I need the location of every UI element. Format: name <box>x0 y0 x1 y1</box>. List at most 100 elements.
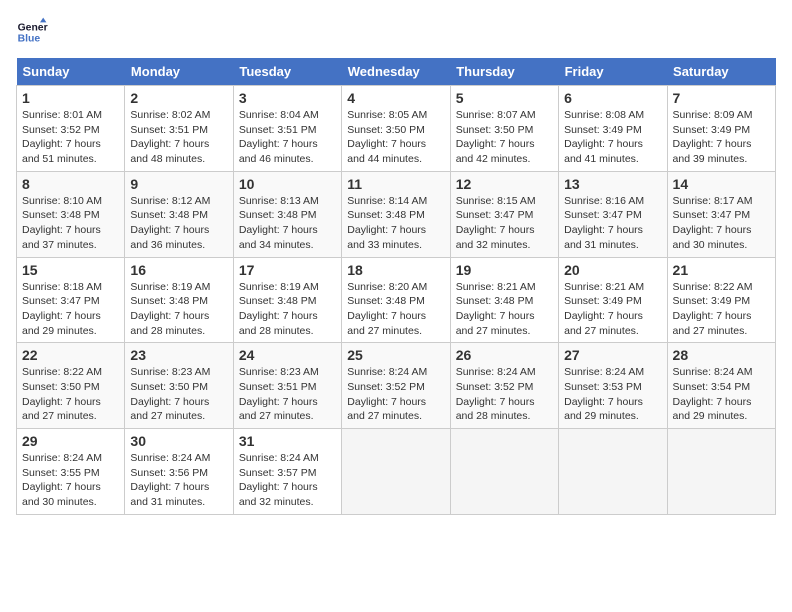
cell-info: Sunrise: 8:12 AMSunset: 3:48 PMDaylight:… <box>130 195 210 251</box>
calendar-cell-8: 8 Sunrise: 8:10 AMSunset: 3:48 PMDayligh… <box>17 171 125 257</box>
day-number: 1 <box>22 90 119 106</box>
calendar-cell-10: 10 Sunrise: 8:13 AMSunset: 3:48 PMDaylig… <box>233 171 341 257</box>
empty-cell <box>342 429 450 515</box>
day-number: 25 <box>347 347 444 363</box>
cell-info: Sunrise: 8:21 AMSunset: 3:49 PMDaylight:… <box>564 281 644 337</box>
day-number: 14 <box>673 176 770 192</box>
day-header-thursday: Thursday <box>450 58 558 86</box>
calendar-cell-28: 28 Sunrise: 8:24 AMSunset: 3:54 PMDaylig… <box>667 343 775 429</box>
day-number: 4 <box>347 90 444 106</box>
cell-info: Sunrise: 8:09 AMSunset: 3:49 PMDaylight:… <box>673 109 753 165</box>
empty-cell <box>667 429 775 515</box>
cell-info: Sunrise: 8:04 AMSunset: 3:51 PMDaylight:… <box>239 109 319 165</box>
day-header-monday: Monday <box>125 58 233 86</box>
day-number: 5 <box>456 90 553 106</box>
cell-info: Sunrise: 8:02 AMSunset: 3:51 PMDaylight:… <box>130 109 210 165</box>
cell-info: Sunrise: 8:21 AMSunset: 3:48 PMDaylight:… <box>456 281 536 337</box>
calendar-cell-31: 31 Sunrise: 8:24 AMSunset: 3:57 PMDaylig… <box>233 429 341 515</box>
day-header-wednesday: Wednesday <box>342 58 450 86</box>
calendar-cell-14: 14 Sunrise: 8:17 AMSunset: 3:47 PMDaylig… <box>667 171 775 257</box>
cell-info: Sunrise: 8:24 AMSunset: 3:52 PMDaylight:… <box>347 366 427 422</box>
day-number: 2 <box>130 90 227 106</box>
day-number: 17 <box>239 262 336 278</box>
cell-info: Sunrise: 8:23 AMSunset: 3:51 PMDaylight:… <box>239 366 319 422</box>
day-header-sunday: Sunday <box>17 58 125 86</box>
cell-info: Sunrise: 8:05 AMSunset: 3:50 PMDaylight:… <box>347 109 427 165</box>
calendar-cell-1: 1 Sunrise: 8:01 AMSunset: 3:52 PMDayligh… <box>17 86 125 172</box>
calendar-cell-27: 27 Sunrise: 8:24 AMSunset: 3:53 PMDaylig… <box>559 343 667 429</box>
cell-info: Sunrise: 8:24 AMSunset: 3:56 PMDaylight:… <box>130 452 210 508</box>
day-number: 9 <box>130 176 227 192</box>
cell-info: Sunrise: 8:19 AMSunset: 3:48 PMDaylight:… <box>239 281 319 337</box>
empty-cell <box>450 429 558 515</box>
cell-info: Sunrise: 8:17 AMSunset: 3:47 PMDaylight:… <box>673 195 753 251</box>
calendar-week-1: 1 Sunrise: 8:01 AMSunset: 3:52 PMDayligh… <box>17 86 776 172</box>
cell-info: Sunrise: 8:22 AMSunset: 3:49 PMDaylight:… <box>673 281 753 337</box>
empty-cell <box>559 429 667 515</box>
cell-info: Sunrise: 8:14 AMSunset: 3:48 PMDaylight:… <box>347 195 427 251</box>
cell-info: Sunrise: 8:23 AMSunset: 3:50 PMDaylight:… <box>130 366 210 422</box>
logo: General Blue <box>16 16 32 48</box>
cell-info: Sunrise: 8:20 AMSunset: 3:48 PMDaylight:… <box>347 281 427 337</box>
calendar-cell-15: 15 Sunrise: 8:18 AMSunset: 3:47 PMDaylig… <box>17 257 125 343</box>
day-number: 22 <box>22 347 119 363</box>
day-number: 16 <box>130 262 227 278</box>
calendar-cell-30: 30 Sunrise: 8:24 AMSunset: 3:56 PMDaylig… <box>125 429 233 515</box>
calendar-table: SundayMondayTuesdayWednesdayThursdayFrid… <box>16 58 776 515</box>
cell-info: Sunrise: 8:10 AMSunset: 3:48 PMDaylight:… <box>22 195 102 251</box>
calendar-week-3: 15 Sunrise: 8:18 AMSunset: 3:47 PMDaylig… <box>17 257 776 343</box>
day-number: 18 <box>347 262 444 278</box>
calendar-cell-18: 18 Sunrise: 8:20 AMSunset: 3:48 PMDaylig… <box>342 257 450 343</box>
day-number: 29 <box>22 433 119 449</box>
cell-info: Sunrise: 8:24 AMSunset: 3:52 PMDaylight:… <box>456 366 536 422</box>
day-number: 28 <box>673 347 770 363</box>
calendar-cell-7: 7 Sunrise: 8:09 AMSunset: 3:49 PMDayligh… <box>667 86 775 172</box>
day-number: 6 <box>564 90 661 106</box>
cell-info: Sunrise: 8:18 AMSunset: 3:47 PMDaylight:… <box>22 281 102 337</box>
day-number: 26 <box>456 347 553 363</box>
calendar-cell-21: 21 Sunrise: 8:22 AMSunset: 3:49 PMDaylig… <box>667 257 775 343</box>
calendar-cell-17: 17 Sunrise: 8:19 AMSunset: 3:48 PMDaylig… <box>233 257 341 343</box>
calendar-week-2: 8 Sunrise: 8:10 AMSunset: 3:48 PMDayligh… <box>17 171 776 257</box>
calendar-cell-16: 16 Sunrise: 8:19 AMSunset: 3:48 PMDaylig… <box>125 257 233 343</box>
cell-info: Sunrise: 8:19 AMSunset: 3:48 PMDaylight:… <box>130 281 210 337</box>
day-number: 24 <box>239 347 336 363</box>
day-number: 12 <box>456 176 553 192</box>
cell-info: Sunrise: 8:07 AMSunset: 3:50 PMDaylight:… <box>456 109 536 165</box>
day-number: 21 <box>673 262 770 278</box>
calendar-cell-22: 22 Sunrise: 8:22 AMSunset: 3:50 PMDaylig… <box>17 343 125 429</box>
cell-info: Sunrise: 8:22 AMSunset: 3:50 PMDaylight:… <box>22 366 102 422</box>
cell-info: Sunrise: 8:24 AMSunset: 3:55 PMDaylight:… <box>22 452 102 508</box>
day-header-friday: Friday <box>559 58 667 86</box>
cell-info: Sunrise: 8:15 AMSunset: 3:47 PMDaylight:… <box>456 195 536 251</box>
day-number: 20 <box>564 262 661 278</box>
cell-info: Sunrise: 8:01 AMSunset: 3:52 PMDaylight:… <box>22 109 102 165</box>
calendar-cell-26: 26 Sunrise: 8:24 AMSunset: 3:52 PMDaylig… <box>450 343 558 429</box>
day-number: 23 <box>130 347 227 363</box>
calendar-cell-5: 5 Sunrise: 8:07 AMSunset: 3:50 PMDayligh… <box>450 86 558 172</box>
logo-icon: General Blue <box>16 16 48 48</box>
day-number: 3 <box>239 90 336 106</box>
cell-info: Sunrise: 8:24 AMSunset: 3:53 PMDaylight:… <box>564 366 644 422</box>
calendar-cell-19: 19 Sunrise: 8:21 AMSunset: 3:48 PMDaylig… <box>450 257 558 343</box>
day-number: 10 <box>239 176 336 192</box>
day-number: 13 <box>564 176 661 192</box>
calendar-cell-11: 11 Sunrise: 8:14 AMSunset: 3:48 PMDaylig… <box>342 171 450 257</box>
calendar-cell-2: 2 Sunrise: 8:02 AMSunset: 3:51 PMDayligh… <box>125 86 233 172</box>
calendar-week-5: 29 Sunrise: 8:24 AMSunset: 3:55 PMDaylig… <box>17 429 776 515</box>
calendar-cell-3: 3 Sunrise: 8:04 AMSunset: 3:51 PMDayligh… <box>233 86 341 172</box>
calendar-cell-4: 4 Sunrise: 8:05 AMSunset: 3:50 PMDayligh… <box>342 86 450 172</box>
calendar-cell-29: 29 Sunrise: 8:24 AMSunset: 3:55 PMDaylig… <box>17 429 125 515</box>
day-number: 30 <box>130 433 227 449</box>
svg-text:General: General <box>18 22 48 33</box>
day-number: 11 <box>347 176 444 192</box>
day-header-tuesday: Tuesday <box>233 58 341 86</box>
day-number: 19 <box>456 262 553 278</box>
calendar-cell-6: 6 Sunrise: 8:08 AMSunset: 3:49 PMDayligh… <box>559 86 667 172</box>
cell-info: Sunrise: 8:16 AMSunset: 3:47 PMDaylight:… <box>564 195 644 251</box>
page-header: General Blue <box>16 16 776 48</box>
calendar-cell-25: 25 Sunrise: 8:24 AMSunset: 3:52 PMDaylig… <box>342 343 450 429</box>
cell-info: Sunrise: 8:08 AMSunset: 3:49 PMDaylight:… <box>564 109 644 165</box>
day-number: 15 <box>22 262 119 278</box>
svg-text:Blue: Blue <box>18 34 41 45</box>
